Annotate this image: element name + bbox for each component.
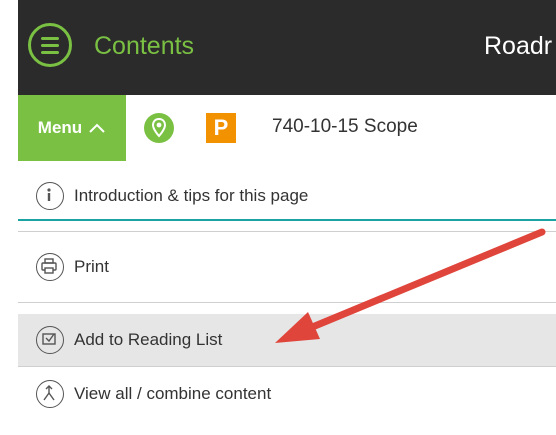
contents-title[interactable]: Contents (94, 32, 194, 61)
menu-item-add-to-reading-list[interactable]: Add to Reading List (18, 314, 556, 367)
menu-item-view-all[interactable]: View all / combine content (18, 367, 556, 421)
location-pin-icon[interactable] (144, 113, 174, 143)
printer-icon (36, 253, 64, 281)
combine-icon (36, 380, 64, 408)
menu-item-label: Add to Reading List (74, 330, 223, 349)
menu-toggle-button[interactable]: Menu (18, 95, 126, 161)
menu-item-label: Print (74, 257, 109, 276)
menu-item-label: Introduction & tips for this page (74, 186, 309, 205)
menu-item-label: View all / combine content (74, 384, 272, 403)
section-code: 740-10-15 Scope (272, 116, 418, 137)
navigation-row: Menu P 740-10-15 Scope (18, 95, 556, 161)
parking-icon[interactable]: P (206, 113, 236, 143)
top-header-bar: Contents Roadr (18, 0, 556, 95)
chevron-up-icon (89, 123, 105, 133)
hamburger-menu-icon[interactable] (28, 23, 72, 67)
add-to-list-icon (36, 326, 64, 354)
page-title-partial: Roadr (484, 32, 553, 60)
menu-item-introduction[interactable]: Introduction & tips for this page (18, 173, 556, 221)
info-icon (36, 182, 64, 210)
menu-item-print[interactable]: Print (18, 231, 556, 303)
menu-label: Menu (37, 118, 83, 137)
menu-dropdown: Introduction & tips for this page Print … (18, 161, 556, 435)
